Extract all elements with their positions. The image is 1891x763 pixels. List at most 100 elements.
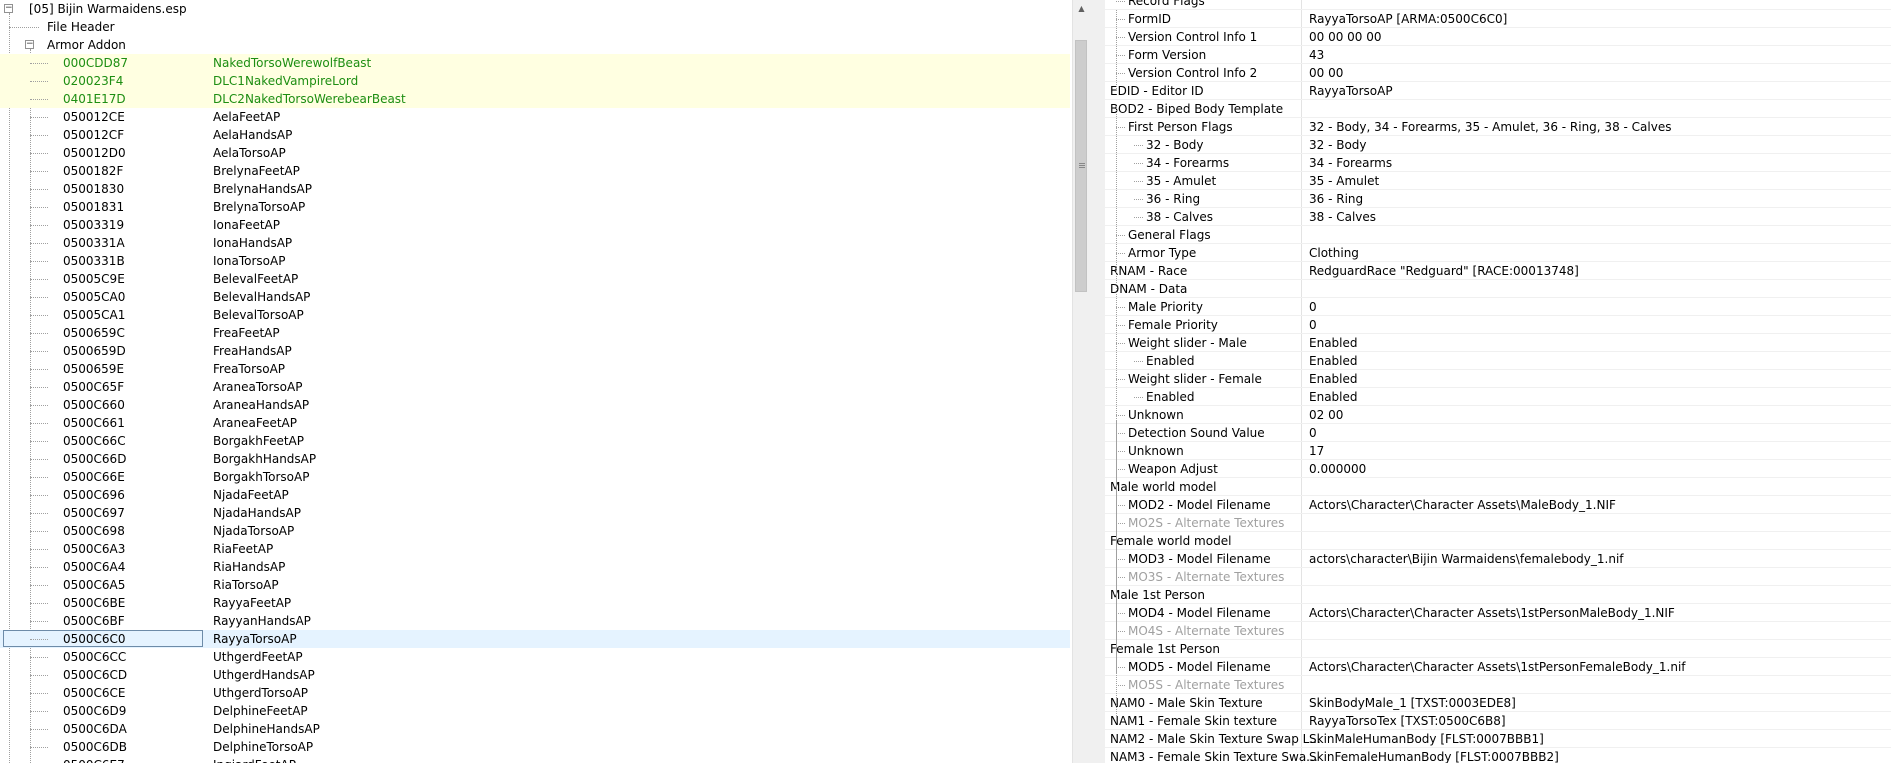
tree-record-row[interactable]: 0500331A IonaHandsAP	[0, 234, 1070, 252]
field-value[interactable]: SkinFemaleHumanBody [FLST:0007BBB2]	[1309, 748, 1559, 763]
tree-record-row[interactable]: 0500C6BE RayyaFeetAP	[0, 594, 1070, 612]
panel-splitter[interactable]	[1090, 0, 1105, 763]
field-row[interactable]: 38 - Calves 38 - Calves	[1105, 208, 1891, 226]
tree-record-row-selected[interactable]: 0500C6C0 RayyaTorsoAP	[0, 630, 1070, 648]
tree-record-row[interactable]: 05005CA1 BelevalTorsoAP	[0, 306, 1070, 324]
tree-record-row[interactable]: 0500C6A3 RiaFeetAP	[0, 540, 1070, 558]
field-row[interactable]: MOD5 - Model Filename Actors\Character\Ch…	[1105, 658, 1891, 676]
tree-item-file-header[interactable]: File Header	[0, 18, 1070, 36]
tree-record-row[interactable]: 0500C660 AraneaHandsAP	[0, 396, 1070, 414]
field-row[interactable]: Enabled Enabled	[1105, 352, 1891, 370]
tree-record-row[interactable]: 0500C6BF RayyanHandsAP	[0, 612, 1070, 630]
tree-item-armor-addon[interactable]: Armor Addon	[0, 36, 1070, 54]
record-tree-panel[interactable]: − [05] Bijin Warmaidens.esp File Header …	[0, 0, 1070, 763]
field-row[interactable]: Form Version 43	[1105, 46, 1891, 64]
field-row[interactable]: MO2S - Alternate Textures	[1105, 514, 1891, 532]
field-value[interactable]: 0	[1309, 298, 1317, 316]
field-row[interactable]: Female world model	[1105, 532, 1891, 550]
field-row[interactable]: NAM0 - Male Skin Texture SkinBodyMale_1 […	[1105, 694, 1891, 712]
field-row[interactable]: Male world model	[1105, 478, 1891, 496]
tree-record-row[interactable]: 0500C66C BorgakhFeetAP	[0, 432, 1070, 450]
tree-record-row[interactable]: 0500C6E7 IngjardFeetAP	[0, 756, 1070, 763]
field-row[interactable]: Weight slider - Female Enabled	[1105, 370, 1891, 388]
field-value[interactable]: RayyaTorsoAP	[1309, 82, 1393, 100]
tree-record-row[interactable]: 0500C6CE UthgerdTorsoAP	[0, 684, 1070, 702]
field-value[interactable]: SkinBodyMale_1 [TXST:0003EDE8]	[1309, 694, 1516, 712]
tree-record-row[interactable]: 0500C6D9 DelphineFeetAP	[0, 702, 1070, 720]
tree-record-row[interactable]: 0500C66E BorgakhTorsoAP	[0, 468, 1070, 486]
field-value[interactable]: 32 - Body	[1309, 136, 1367, 154]
tree-record-row[interactable]: 050012CE AelaFeetAP	[0, 108, 1070, 126]
field-row[interactable]: MO5S - Alternate Textures	[1105, 676, 1891, 694]
field-row[interactable]: Detection Sound Value 0	[1105, 424, 1891, 442]
field-value[interactable]: Actors\Character\Character Assets\MaleBo…	[1309, 496, 1616, 514]
tree-record-row[interactable]: 0500C661 AraneaFeetAP	[0, 414, 1070, 432]
field-value[interactable]: RayyaTorsoTex [TXST:0500C6B8]	[1309, 712, 1506, 730]
tree-record-row[interactable]: 0500659D FreaHandsAP	[0, 342, 1070, 360]
field-row[interactable]: First Person Flags 32 - Body, 34 - Forear…	[1105, 118, 1891, 136]
field-value[interactable]: 0	[1309, 316, 1317, 334]
field-row[interactable]: DNAM - Data	[1105, 280, 1891, 298]
tree-record-row[interactable]: 0500C696 NjadaFeetAP	[0, 486, 1070, 504]
tree-record-row[interactable]: 0500659E FreaTorsoAP	[0, 360, 1070, 378]
tree-record-row[interactable]: 0500C6DA DelphineHandsAP	[0, 720, 1070, 738]
field-row[interactable]: Record Flags	[1105, 0, 1891, 10]
field-row[interactable]: Weapon Adjust 0.000000	[1105, 460, 1891, 478]
tree-record-row[interactable]: 0500C697 NjadaHandsAP	[0, 504, 1070, 522]
field-value[interactable]: Actors\Character\Character Assets\1stPer…	[1309, 604, 1675, 622]
field-value[interactable]: 17	[1309, 442, 1324, 460]
field-row[interactable]: Female 1st Person	[1105, 640, 1891, 658]
field-row[interactable]: 34 - Forearms 34 - Forearms	[1105, 154, 1891, 172]
field-row[interactable]: FormID RayyaTorsoAP [ARMA:0500C6C0]	[1105, 10, 1891, 28]
field-value[interactable]: Actors\Character\Character Assets\1stPer…	[1309, 658, 1686, 676]
field-value[interactable]: Clothing	[1309, 244, 1359, 262]
tree-record-row[interactable]: 05001831 BrelynaTorsoAP	[0, 198, 1070, 216]
field-value[interactable]: 36 - Ring	[1309, 190, 1363, 208]
tree-record-row[interactable]: 05005C9E BelevalFeetAP	[0, 270, 1070, 288]
field-row[interactable]: Armor Type Clothing	[1105, 244, 1891, 262]
field-value[interactable]: 43	[1309, 46, 1324, 64]
tree-record-row[interactable]: 0500C6CC UthgerdFeetAP	[0, 648, 1070, 666]
field-row[interactable]: 36 - Ring 36 - Ring	[1105, 190, 1891, 208]
field-row[interactable]: 35 - Amulet 35 - Amulet	[1105, 172, 1891, 190]
field-value[interactable]: 34 - Forearms	[1309, 154, 1392, 172]
tree-root-plugin[interactable]: [05] Bijin Warmaidens.esp	[0, 0, 1070, 18]
field-row[interactable]: NAM1 - Female Skin texture RayyaTorsoTex …	[1105, 712, 1891, 730]
field-row[interactable]: 32 - Body 32 - Body	[1105, 136, 1891, 154]
field-row[interactable]: MO4S - Alternate Textures	[1105, 622, 1891, 640]
tree-record-row[interactable]: 0401E17D DLC2NakedTorsoWerebearBeast	[0, 90, 1070, 108]
field-row[interactable]: EDID - Editor ID RayyaTorsoAP	[1105, 82, 1891, 100]
field-value[interactable]: SkinMaleHumanBody [FLST:0007BBB1]	[1309, 730, 1544, 748]
field-row[interactable]: Version Control Info 2 00 00	[1105, 64, 1891, 82]
tree-record-row[interactable]: 0500C6DB DelphineTorsoAP	[0, 738, 1070, 756]
tree-record-row[interactable]: 05005CA0 BelevalHandsAP	[0, 288, 1070, 306]
field-row[interactable]: Unknown 02 00	[1105, 406, 1891, 424]
tree-record-row[interactable]: 050012D0 AelaTorsoAP	[0, 144, 1070, 162]
tree-record-row[interactable]: 05001830 BrelynaHandsAP	[0, 180, 1070, 198]
tree-record-row[interactable]: 0500659C FreaFeetAP	[0, 324, 1070, 342]
field-value[interactable]: 38 - Calves	[1309, 208, 1376, 226]
tree-record-row[interactable]: 0500C6A4 RiaHandsAP	[0, 558, 1070, 576]
field-row[interactable]: Male 1st Person	[1105, 586, 1891, 604]
field-value[interactable]: actors\character\Bijin Warmaidens\female…	[1309, 550, 1624, 568]
tree-record-row[interactable]: 05003319 IonaFeetAP	[0, 216, 1070, 234]
field-value[interactable]: Enabled	[1309, 388, 1358, 406]
field-value[interactable]: 00 00	[1309, 64, 1343, 82]
field-value[interactable]: 35 - Amulet	[1309, 172, 1379, 190]
field-value[interactable]: 02 00	[1309, 406, 1343, 424]
field-value[interactable]: 32 - Body, 34 - Forearms, 35 - Amulet, 3…	[1309, 118, 1671, 136]
field-row[interactable]: MOD4 - Model Filename Actors\Character\Ch…	[1105, 604, 1891, 622]
field-value[interactable]: Enabled	[1309, 370, 1358, 388]
field-row[interactable]: RNAM - Race RedguardRace "Redguard" [RACE…	[1105, 262, 1891, 280]
field-row[interactable]: Female Priority 0	[1105, 316, 1891, 334]
tree-record-row[interactable]: 000CDD87 NakedTorsoWerewolfBeast	[0, 54, 1070, 72]
tree-record-row[interactable]: 0500C66D BorgakhHandsAP	[0, 450, 1070, 468]
field-row[interactable]: General Flags	[1105, 226, 1891, 244]
record-view-panel[interactable]: Record Flags FormID RayyaTorsoAP [ARMA:050…	[1105, 0, 1891, 763]
field-value[interactable]: 0.000000	[1309, 460, 1366, 478]
tree-record-row[interactable]: 0500C698 NjadaTorsoAP	[0, 522, 1070, 540]
scroll-up-arrow-icon[interactable]: ▲	[1073, 0, 1090, 17]
tree-record-row[interactable]: 020023F4 DLC1NakedVampireLord	[0, 72, 1070, 90]
field-value[interactable]: RedguardRace "Redguard" [RACE:00013748]	[1309, 262, 1579, 280]
tree-record-row[interactable]: 0500C65F AraneaTorsoAP	[0, 378, 1070, 396]
